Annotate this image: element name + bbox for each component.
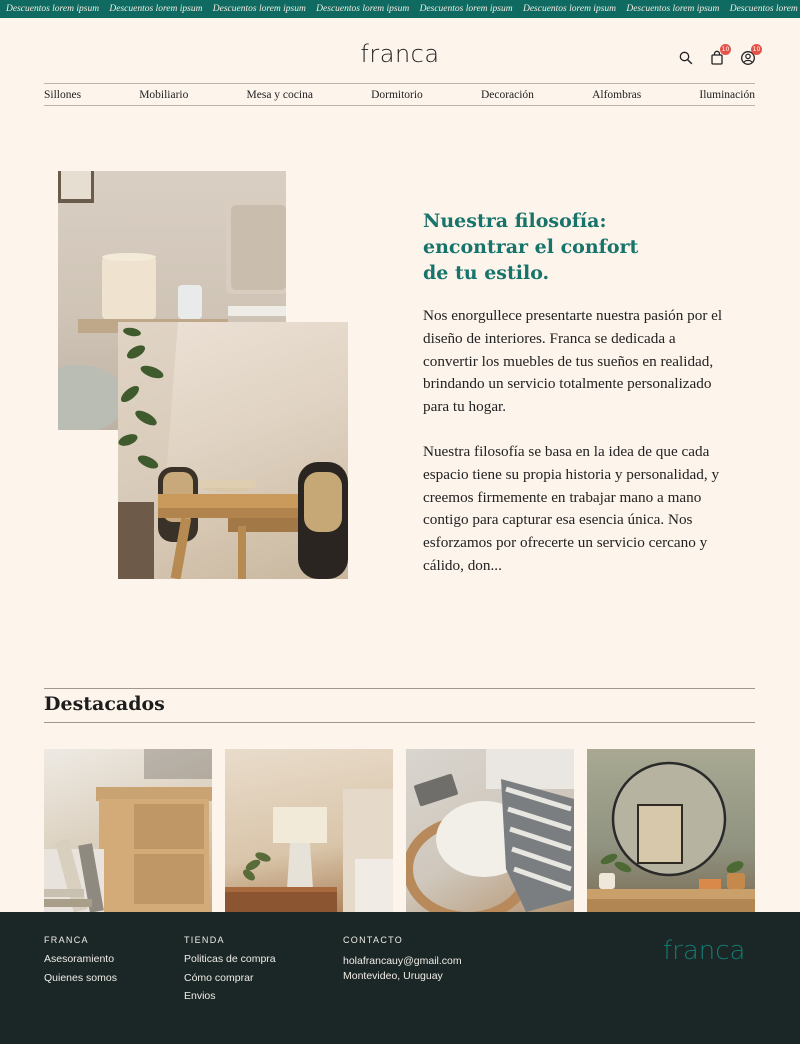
account-badge: 10 [751, 44, 762, 55]
footer-link-quienes-somos[interactable]: Quienes somos [44, 969, 117, 988]
footer-column-franca: FRANCA Asesoramiento Quienes somos [44, 935, 117, 987]
footer-link-asesoramiento[interactable]: Asesoramiento [44, 950, 117, 969]
nav-item-dormitorio[interactable]: Dormitorio [371, 89, 423, 101]
cart-button[interactable]: 10 [708, 44, 731, 66]
nav-item-mobiliario[interactable]: Mobiliario [139, 89, 188, 101]
featured-product-card[interactable] [406, 749, 574, 912]
header-actions: 10 10 [677, 44, 762, 66]
promo-text: Descuentos lorem [729, 4, 798, 14]
philosophy-title: Nuestra filosofía: encontrar el confort … [423, 210, 639, 284]
product-image [225, 789, 393, 912]
main-nav: Sillones Mobiliario Mesa y cocina Dormit… [44, 83, 755, 106]
footer-link-politicas[interactable]: Politicas de compra [184, 950, 276, 969]
promo-text: Descuentos lorem ipsum [109, 4, 203, 14]
search-button[interactable] [677, 49, 694, 66]
footer-link-envios[interactable]: Envios [184, 987, 276, 1006]
promo-text: Descuentos lorem ipsum [419, 4, 513, 14]
philosophy-paragraph-2: Nuestra filosofía se basa en la idea de … [423, 443, 720, 574]
footer-heading: FRANCA [44, 935, 89, 945]
featured-product-card[interactable] [44, 749, 212, 912]
dining-room-image [118, 322, 348, 579]
featured-title: Destacados [44, 693, 165, 715]
featured-product-card[interactable] [225, 749, 393, 912]
site-footer: FRANCA Asesoramiento Quienes somos TIEND… [0, 912, 800, 1044]
footer-heading: TIENDA [184, 935, 225, 945]
divider [44, 688, 755, 689]
nav-item-sillones[interactable]: Sillones [44, 89, 81, 101]
nav-item-decoracion[interactable]: Decoración [481, 89, 534, 101]
cart-count-badge: 10 [720, 44, 731, 55]
search-icon [679, 51, 692, 64]
footer-column-contacto: CONTACTO holafrancauy@gmail.com Montevid… [343, 935, 462, 983]
promo-text: Descuentos lorem ipsum [6, 4, 100, 14]
account-button[interactable]: 10 [739, 44, 762, 66]
product-image [406, 749, 574, 912]
footer-email-link[interactable]: holafrancauy@gmail.com [343, 954, 462, 969]
divider [44, 722, 755, 723]
footer-location: Montevideo, Uruguay [343, 969, 443, 982]
featured-product-card[interactable] [587, 749, 755, 912]
nav-item-alfombras[interactable]: Alfombras [592, 89, 641, 101]
nav-item-mesa-y-cocina[interactable]: Mesa y cocina [247, 89, 313, 101]
promo-text: Descuentos lorem ipsum [212, 4, 306, 14]
footer-heading: CONTACTO [343, 935, 404, 945]
philosophy-paragraph-1: Nos enorgullece presentarte nuestra pasi… [423, 307, 723, 416]
footer-logo[interactable]: franca [663, 936, 745, 966]
nav-item-iluminacion[interactable]: Iluminación [699, 89, 755, 101]
promo-text: Descuentos lorem ipsum [522, 4, 617, 14]
product-image [44, 749, 212, 912]
promo-text: Descuentos lorem ipsum [626, 4, 720, 14]
promo-marquee: Descuentos lorem ipsum Descuentos lorem … [0, 0, 800, 18]
footer-link-como-comprar[interactable]: Cómo comprar [184, 969, 276, 988]
promo-text: Descuentos lorem ipsum [316, 4, 410, 14]
footer-column-tienda: TIENDA Politicas de compra Cómo comprar … [184, 935, 276, 1006]
product-image [587, 761, 755, 912]
